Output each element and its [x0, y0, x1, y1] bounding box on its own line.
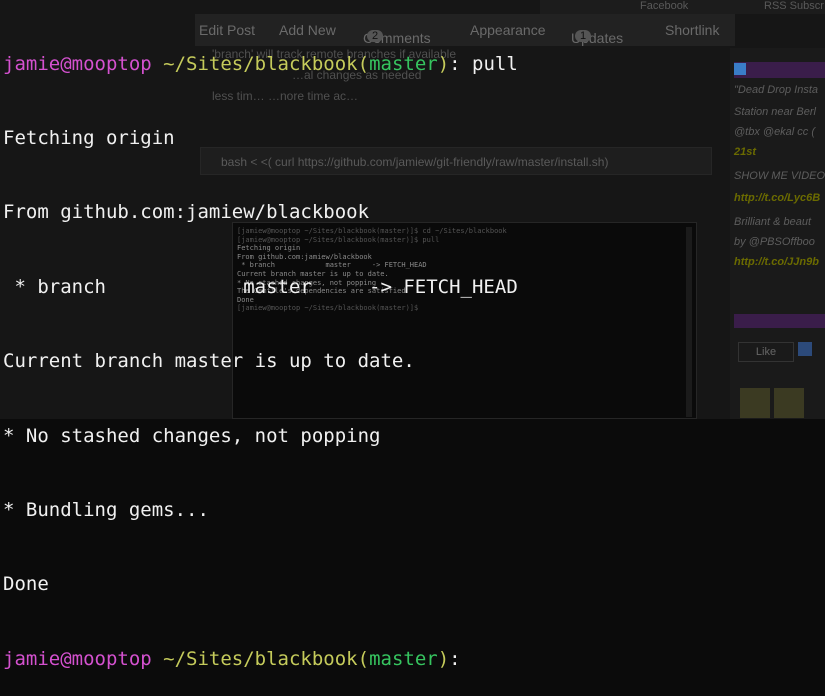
prompt-user: jamie@mooptop	[3, 647, 152, 670]
terminal-window[interactable]: jamie@mooptop ~/Sites/blackbook(master):…	[3, 2, 825, 670]
output-line: Fetching origin	[3, 126, 175, 149]
prompt-branch: master	[369, 52, 438, 75]
prompt-command: : pull	[449, 52, 518, 75]
output-line: * No stashed changes, not popping	[3, 424, 381, 447]
prompt-branch: master	[369, 647, 438, 670]
output-line: Current branch master is up to date.	[3, 350, 415, 373]
output-line: * branch master -> FETCH_HEAD	[3, 275, 518, 298]
prompt-paren-close: )	[437, 647, 450, 670]
output-line: From github.com:jamiew/blackbook	[3, 201, 370, 224]
prompt-command: :	[449, 647, 461, 670]
output-line: * Bundling gems...	[3, 498, 209, 521]
prompt-user: jamie@mooptop	[3, 52, 152, 75]
prompt-paren-open: (	[357, 647, 370, 670]
prompt-line[interactable]: jamie@mooptop ~/Sites/blackbook(master):	[3, 647, 825, 672]
output-line: Done	[3, 573, 49, 596]
prompt-path: ~/Sites/blackbook	[151, 647, 358, 670]
prompt-line: jamie@mooptop ~/Sites/blackbook(master):…	[3, 52, 825, 77]
prompt-paren-open: (	[357, 52, 370, 75]
prompt-paren-close: )	[437, 52, 450, 75]
prompt-path: ~/Sites/blackbook	[151, 52, 358, 75]
